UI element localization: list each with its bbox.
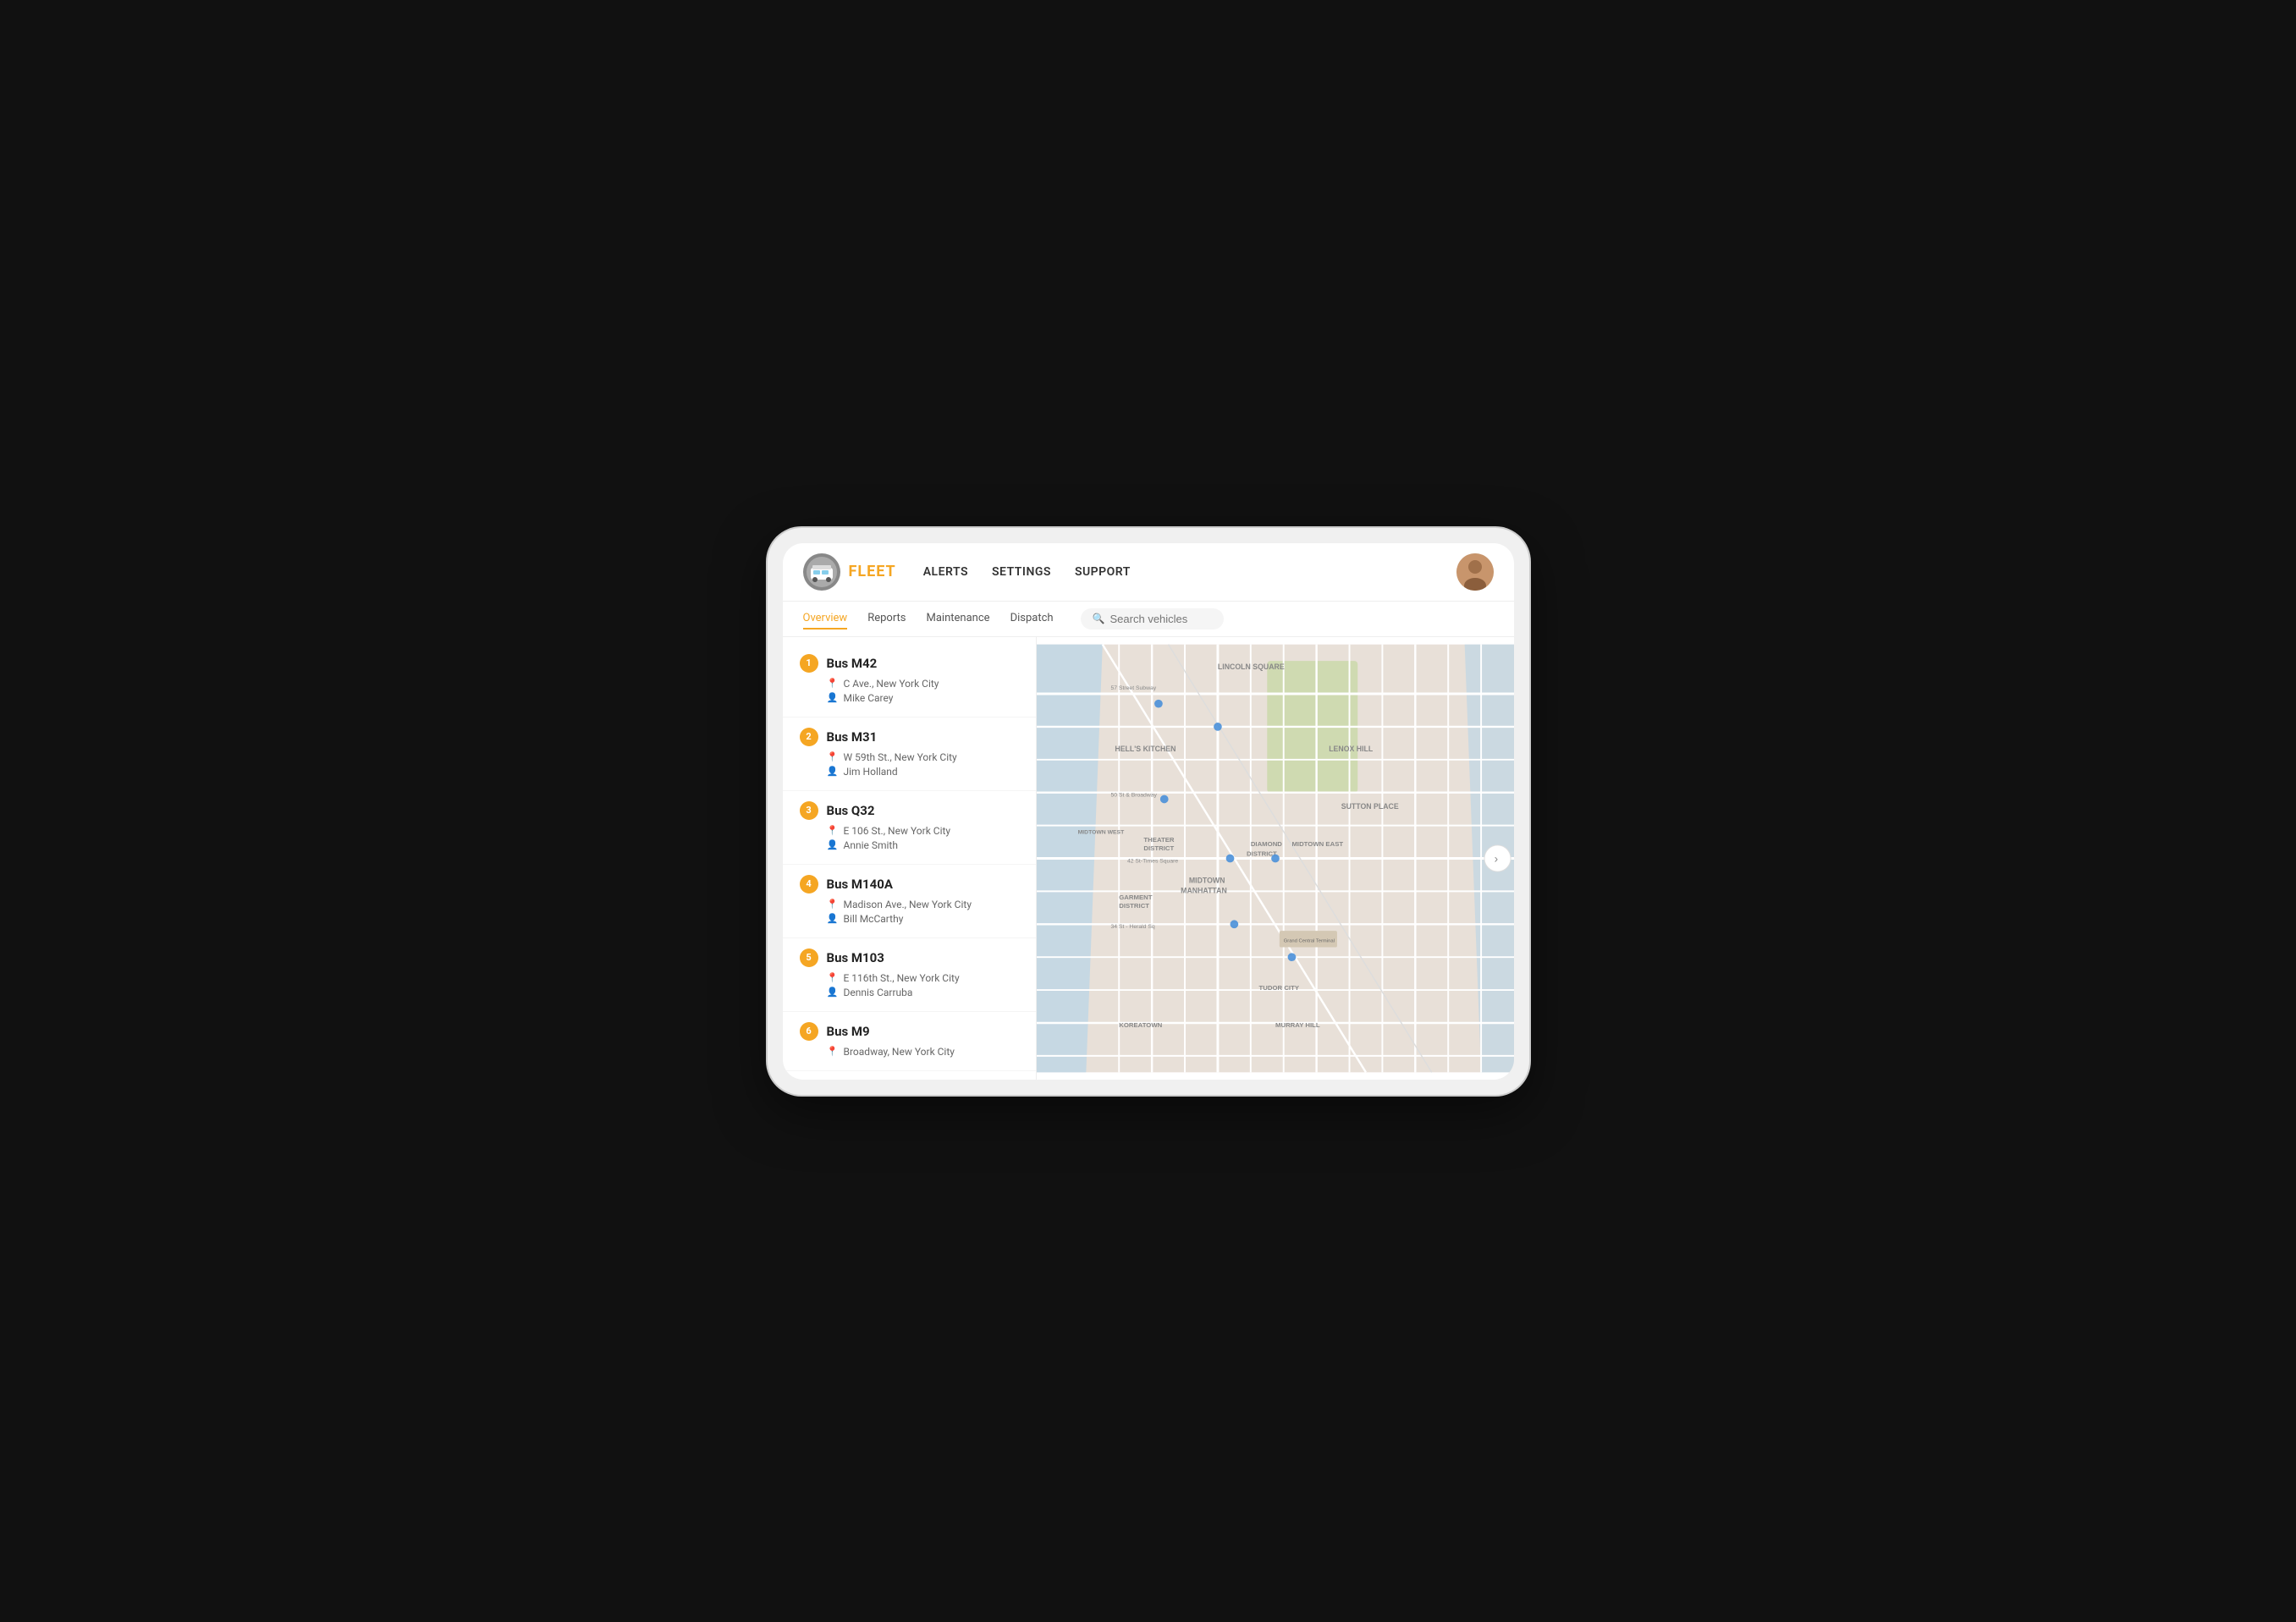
map-svg: 57 Street Subway 50 St & Broadway 42 St-… (1037, 637, 1514, 1080)
vehicle-badge: 6 (800, 1022, 818, 1041)
vehicle-location: Broadway, New York City (844, 1046, 955, 1058)
vehicle-driver-row: 👤 Dennis Carruba (827, 987, 1019, 998)
bus-icon (807, 557, 837, 587)
svg-text:50 St & Broadway: 50 St & Broadway (1110, 792, 1157, 798)
vehicle-badge: 5 (800, 948, 818, 967)
svg-text:LENOX HILL: LENOX HILL (1329, 745, 1374, 753)
vehicle-location-row: 📍 E 116th St., New York City (827, 972, 1019, 984)
vehicle-item[interactable]: 1 Bus M42 📍 C Ave., New York City 👤 Mike… (783, 644, 1036, 718)
subnav: Overview Reports Maintenance Dispatch 🔍 (783, 602, 1514, 637)
search-icon: 🔍 (1093, 613, 1105, 624)
main-content: 1 Bus M42 📍 C Ave., New York City 👤 Mike… (783, 637, 1514, 1080)
location-icon: 📍 (827, 1046, 839, 1057)
vehicle-name: Bus M103 (827, 950, 884, 965)
driver-icon: 👤 (827, 839, 839, 850)
map-area[interactable]: 57 Street Subway 50 St & Broadway 42 St-… (1037, 637, 1514, 1080)
vehicle-driver: Dennis Carruba (844, 987, 913, 998)
svg-text:MIDTOWN EAST: MIDTOWN EAST (1291, 839, 1343, 847)
svg-text:DISTRICT: DISTRICT (1143, 844, 1174, 851)
vehicle-item[interactable]: 5 Bus M103 📍 E 116th St., New York City … (783, 938, 1036, 1012)
vehicle-name: Bus M31 (827, 729, 878, 745)
vehicle-item[interactable]: 2 Bus M31 📍 W 59th St., New York City 👤 … (783, 718, 1036, 791)
vehicle-badge: 2 (800, 728, 818, 746)
vehicle-badge: 1 (800, 654, 818, 673)
vehicle-location-row: 📍 W 59th St., New York City (827, 751, 1019, 763)
vehicle-item[interactable]: 6 Bus M9 📍 Broadway, New York City (783, 1012, 1036, 1071)
location-icon: 📍 (827, 972, 839, 983)
nav-item-support[interactable]: SUPPORT (1075, 562, 1131, 582)
vehicle-item[interactable]: 3 Bus Q32 📍 E 106 St., New York City 👤 A… (783, 791, 1036, 865)
vehicle-location: E 116th St., New York City (844, 972, 960, 984)
vehicle-location-row: 📍 E 106 St., New York City (827, 825, 1019, 837)
vehicle-location-row: 📍 Madison Ave., New York City (827, 899, 1019, 910)
svg-text:KOREATOWN: KOREATOWN (1119, 1020, 1162, 1028)
svg-text:DISTRICT: DISTRICT (1119, 901, 1149, 909)
svg-text:34 St - Herald Sq: 34 St - Herald Sq (1110, 924, 1154, 930)
vehicle-name: Bus M42 (827, 656, 878, 671)
device-screen: FLEET ALERTS SETTINGS SUPPORT Overview R… (783, 543, 1514, 1080)
vehicle-badge: 3 (800, 801, 818, 820)
vehicle-location-row: 📍 Broadway, New York City (827, 1046, 1019, 1058)
svg-text:HELL'S KITCHEN: HELL'S KITCHEN (1115, 745, 1176, 753)
nav-item-alerts[interactable]: ALERTS (923, 562, 968, 582)
avatar-icon (1456, 553, 1494, 591)
svg-text:Grand Central Terminal: Grand Central Terminal (1283, 938, 1334, 943)
subnav-overview[interactable]: Overview (803, 608, 848, 630)
location-icon: 📍 (827, 678, 839, 689)
subnav-dispatch[interactable]: Dispatch (1010, 608, 1054, 630)
device-frame: FLEET ALERTS SETTINGS SUPPORT Overview R… (768, 528, 1529, 1095)
location-icon: 📍 (827, 751, 839, 762)
vehicle-driver: Mike Carey (844, 692, 894, 704)
vehicle-location-row: 📍 C Ave., New York City (827, 678, 1019, 690)
vehicle-item[interactable]: 4 Bus M140A 📍 Madison Ave., New York Cit… (783, 865, 1036, 938)
subnav-maintenance[interactable]: Maintenance (927, 608, 990, 630)
vehicle-driver-row: 👤 Bill McCarthy (827, 913, 1019, 925)
svg-text:GARMENT: GARMENT (1119, 893, 1153, 901)
vehicle-list: 1 Bus M42 📍 C Ave., New York City 👤 Mike… (783, 637, 1037, 1080)
vehicle-driver-row: 👤 Mike Carey (827, 692, 1019, 704)
vehicle-driver-row: 👤 Jim Holland (827, 766, 1019, 778)
svg-text:SUTTON PLACE: SUTTON PLACE (1341, 802, 1398, 811)
search-input[interactable] (1110, 613, 1212, 625)
driver-icon: 👤 (827, 987, 839, 998)
svg-text:LINCOLN SQUARE: LINCOLN SQUARE (1217, 662, 1284, 670)
vehicle-location: C Ave., New York City (844, 678, 939, 690)
svg-text:MURRAY HILL: MURRAY HILL (1275, 1020, 1320, 1028)
driver-icon: 👤 (827, 692, 839, 703)
svg-text:MIDTOWN WEST: MIDTOWN WEST (1077, 829, 1124, 835)
vehicle-name: Bus M9 (827, 1024, 870, 1039)
vehicle-name: Bus M140A (827, 877, 893, 892)
vehicle-location: E 106 St., New York City (844, 825, 951, 837)
vehicle-driver-row: 👤 Annie Smith (827, 839, 1019, 851)
svg-text:42 St-Times Square: 42 St-Times Square (1126, 858, 1177, 864)
logo-area: FLEET (803, 553, 896, 591)
location-icon: 📍 (827, 899, 839, 910)
header: FLEET ALERTS SETTINGS SUPPORT (783, 543, 1514, 602)
svg-text:57 Street Subway: 57 Street Subway (1110, 685, 1156, 691)
vehicle-badge: 4 (800, 875, 818, 893)
search-box: 🔍 (1081, 608, 1224, 630)
vehicle-location: W 59th St., New York City (844, 751, 957, 763)
svg-text:MANHATTAN: MANHATTAN (1181, 886, 1227, 894)
svg-text:TUDOR CITY: TUDOR CITY (1258, 984, 1299, 992)
vehicle-driver: Bill McCarthy (844, 913, 904, 925)
vehicle-driver: Jim Holland (844, 766, 898, 778)
location-icon: 📍 (827, 825, 839, 836)
svg-text:›: › (1494, 852, 1498, 865)
subnav-reports[interactable]: Reports (867, 608, 906, 630)
driver-icon: 👤 (827, 766, 839, 777)
nav-item-settings[interactable]: SETTINGS (992, 562, 1051, 582)
driver-icon: 👤 (827, 913, 839, 924)
user-avatar[interactable] (1456, 553, 1494, 591)
svg-text:DIAMOND: DIAMOND (1250, 839, 1281, 847)
vehicle-driver: Annie Smith (844, 839, 898, 851)
header-nav: ALERTS SETTINGS SUPPORT (923, 562, 1429, 582)
vehicle-name: Bus Q32 (827, 803, 875, 818)
vehicle-location: Madison Ave., New York City (844, 899, 972, 910)
brand-name: FLEET (849, 563, 896, 580)
fleet-logo (803, 553, 840, 591)
svg-text:MIDTOWN: MIDTOWN (1188, 876, 1225, 884)
svg-text:THEATER: THEATER (1143, 836, 1174, 844)
